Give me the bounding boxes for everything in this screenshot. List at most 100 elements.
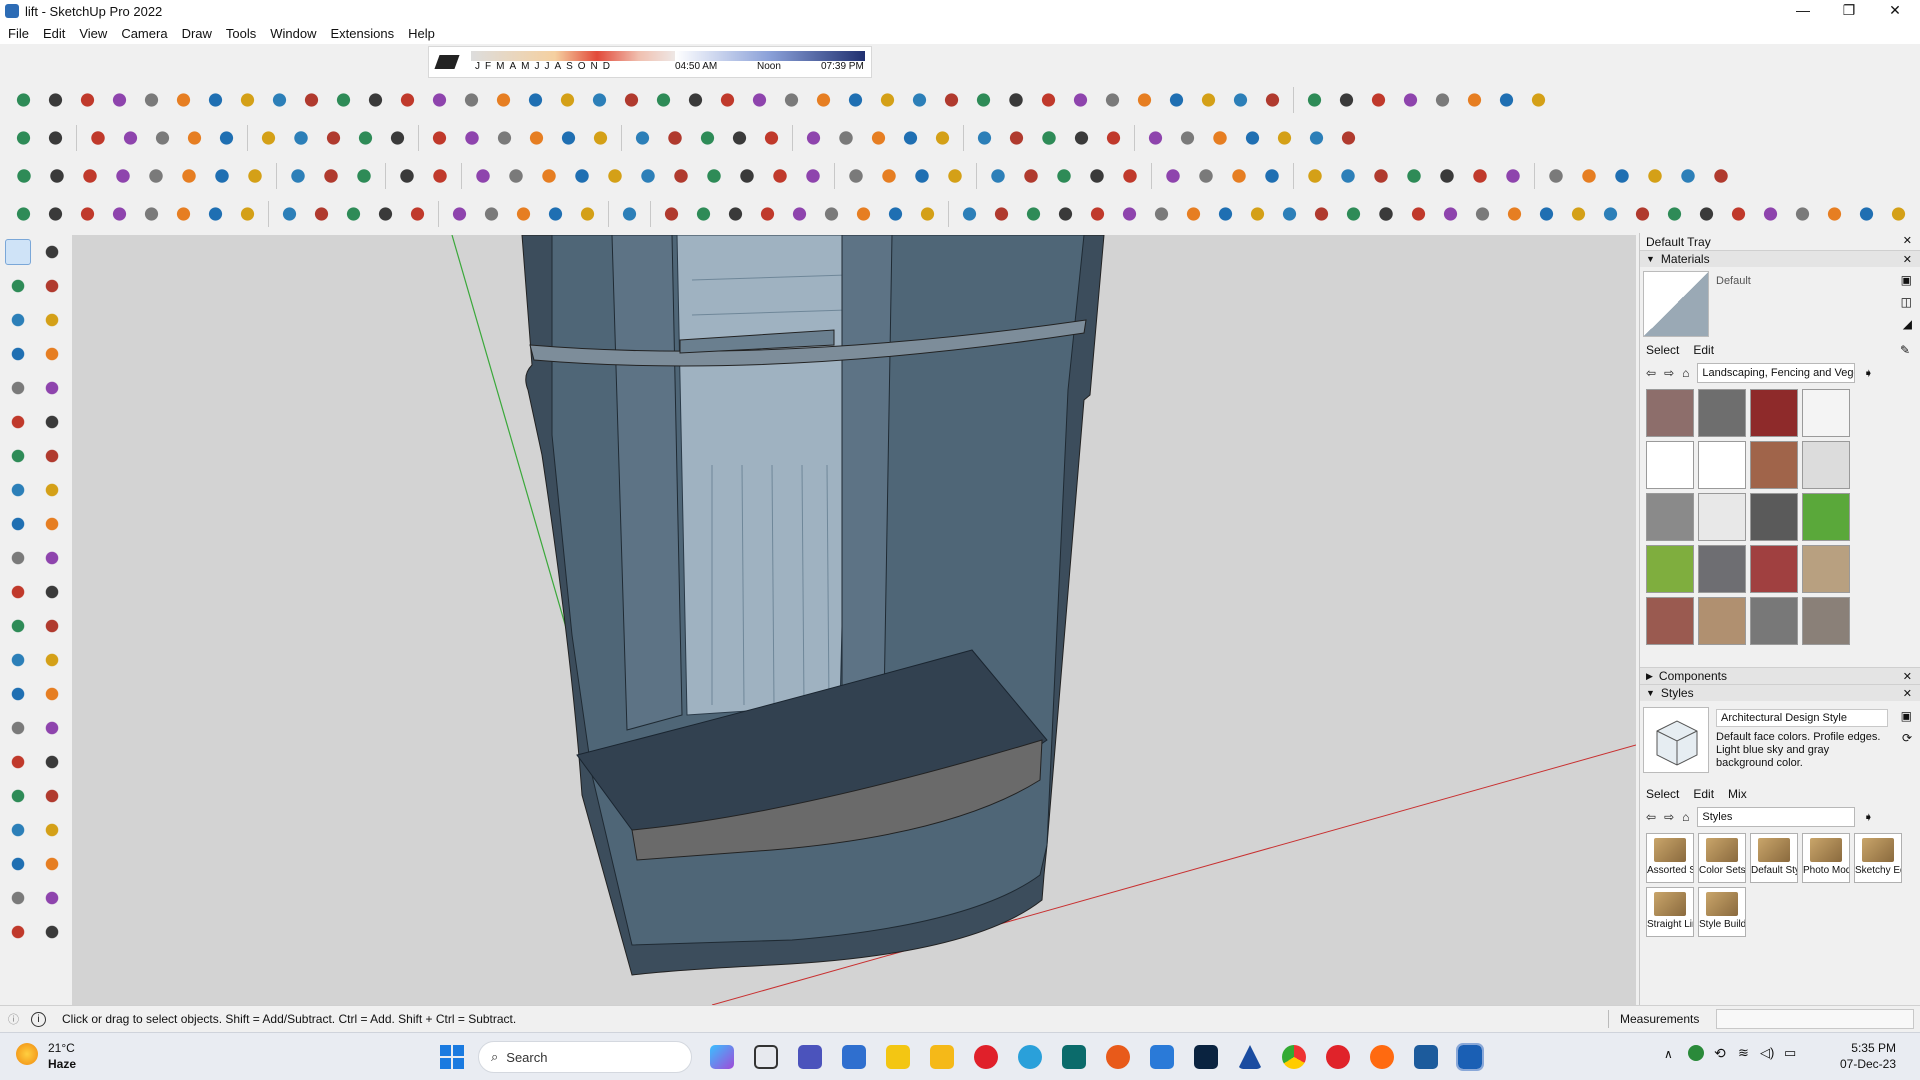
toolbar-tool-icon[interactable] (658, 200, 686, 228)
style-folder[interactable]: Sketchy Edges (1854, 833, 1902, 883)
create-material-icon[interactable]: ▣ (1901, 273, 1912, 287)
toolbar-tool-icon[interactable] (255, 124, 283, 152)
toolbar-tool-icon[interactable] (10, 200, 38, 228)
toolbar-tool-icon[interactable] (1608, 162, 1636, 190)
materials-panel-header[interactable]: ▼ Materials ✕ (1640, 250, 1920, 267)
tool-icon[interactable] (5, 783, 31, 809)
toolbar-tool-icon[interactable] (554, 124, 583, 152)
material-swatch[interactable] (1802, 389, 1850, 437)
toolbar-tool-icon[interactable] (522, 124, 550, 152)
material-swatch[interactable] (1750, 441, 1798, 489)
toolbar-tool-icon[interactable] (818, 200, 846, 228)
toolbar-tool-icon[interactable] (832, 124, 860, 152)
details-arrow-icon[interactable]: ➧ (1863, 810, 1873, 824)
show-hidden-icons-icon[interactable]: ∧ (1664, 1047, 1673, 1061)
tool-icon[interactable] (5, 341, 31, 367)
tool-icon[interactable] (39, 409, 65, 435)
material-swatch[interactable] (1750, 597, 1798, 645)
material-swatch[interactable] (1698, 493, 1746, 541)
toolbar-tool-icon[interactable] (1707, 162, 1735, 190)
toolbar-tool-icon[interactable] (42, 86, 70, 114)
toolbar-tool-icon[interactable] (84, 124, 112, 152)
back-arrow-icon[interactable]: ⇦ (1646, 810, 1656, 824)
toolbar-tool-icon[interactable] (1532, 200, 1560, 228)
toolbar-tool-icon[interactable] (1258, 162, 1286, 190)
toolbar-tool-icon[interactable] (1564, 200, 1592, 228)
toolbar-tool-icon[interactable] (1404, 200, 1432, 228)
toolbar-tool-icon[interactable] (372, 200, 400, 228)
tool-icon[interactable] (39, 647, 65, 673)
toolbar-tool-icon[interactable] (43, 162, 71, 190)
toolbar-tool-icon[interactable] (1017, 162, 1045, 190)
tab-styles-select[interactable]: Select (1646, 787, 1679, 801)
material-swatch[interactable] (1802, 441, 1850, 489)
details-arrow-icon[interactable]: ➧ (1863, 366, 1873, 380)
toolbar-tool-icon[interactable] (1141, 124, 1170, 152)
material-swatch[interactable] (1698, 545, 1746, 593)
tool-icon[interactable] (39, 783, 65, 809)
toolbar-tool-icon[interactable] (74, 200, 102, 228)
toolbar-tool-icon[interactable] (1276, 200, 1304, 228)
opera-icon[interactable] (974, 1045, 998, 1069)
toolbar-tool-icon[interactable] (661, 124, 689, 152)
tool-icon[interactable] (5, 579, 31, 605)
toolbar-tool-icon[interactable] (896, 124, 924, 152)
toolbar-tool-icon[interactable] (1660, 200, 1688, 228)
toolbar-tool-icon[interactable] (587, 124, 615, 152)
menu-window[interactable]: Window (270, 26, 316, 41)
forward-arrow-icon[interactable]: ⇨ (1664, 366, 1674, 380)
toolbar-tool-icon[interactable] (510, 200, 538, 228)
weather-icon[interactable] (16, 1043, 38, 1065)
toolbar-tool-icon[interactable] (908, 162, 936, 190)
toolbar-tool-icon[interactable] (864, 124, 892, 152)
tool-icon[interactable] (39, 851, 65, 877)
components-panel-header[interactable]: ▶ Components ✕ (1640, 667, 1920, 684)
toolbar-tool-icon[interactable] (1084, 200, 1112, 228)
toolbar-tool-icon[interactable] (1238, 124, 1266, 152)
toolbar-tool-icon[interactable] (234, 200, 262, 228)
toolbar-tool-icon[interactable] (478, 200, 506, 228)
tool-icon[interactable] (39, 307, 65, 333)
style-folder[interactable]: Color Sets (1698, 833, 1746, 883)
toolbar-tool-icon[interactable] (1116, 200, 1144, 228)
toolbar-tool-icon[interactable] (1130, 86, 1158, 114)
toolbar-tool-icon[interactable] (1180, 200, 1208, 228)
copilot-icon[interactable] (710, 1045, 734, 1069)
toolbar-tool-icon[interactable] (10, 162, 38, 190)
toolbar-tool-icon[interactable] (618, 86, 646, 114)
toolbar-tool-icon[interactable] (142, 162, 170, 190)
display-secondary-icon[interactable]: ◫ (1901, 295, 1912, 309)
material-swatch[interactable] (1802, 597, 1850, 645)
toolbar-tool-icon[interactable] (1428, 86, 1456, 114)
toolbar-tool-icon[interactable] (469, 162, 497, 190)
toolbar-tool-icon[interactable] (914, 200, 942, 228)
tray-close-icon[interactable]: ✕ (1903, 234, 1912, 247)
geo-location-icon[interactable]: ⓘ (8, 1011, 19, 1027)
toolbar-tool-icon[interactable] (1244, 200, 1272, 228)
toolbar-tool-icon[interactable] (42, 200, 70, 228)
toolbar-tool-icon[interactable] (682, 86, 710, 114)
material-swatch[interactable] (1750, 545, 1798, 593)
toolbar-tool-icon[interactable] (1226, 86, 1254, 114)
toolbar-tool-icon[interactable] (1524, 86, 1552, 114)
tool-icon[interactable] (39, 715, 65, 741)
toolbar-tool-icon[interactable] (170, 200, 198, 228)
toolbar-tool-icon[interactable] (426, 162, 454, 190)
toolbar-tool-icon[interactable] (875, 162, 903, 190)
material-swatch[interactable] (1646, 545, 1694, 593)
toolbar-tool-icon[interactable] (298, 86, 326, 114)
tool-icon[interactable] (5, 273, 31, 299)
toolbar-tool-icon[interactable] (1335, 124, 1363, 152)
style-folder[interactable]: Assorted Styles (1646, 833, 1694, 883)
toolbar-tool-icon[interactable] (984, 162, 1012, 190)
toolbar-tool-icon[interactable] (350, 162, 378, 190)
weather-temp[interactable]: 21°C (48, 1041, 75, 1055)
toolbar-tool-icon[interactable] (74, 86, 102, 114)
toolbar-tool-icon[interactable] (138, 200, 166, 228)
select-tool-icon[interactable] (5, 239, 31, 265)
toolbar-tool-icon[interactable] (287, 124, 315, 152)
toolbar-tool-icon[interactable] (616, 200, 644, 228)
toolbar-tool-icon[interactable] (202, 200, 230, 228)
toolbar-tool-icon[interactable] (234, 86, 262, 114)
eyedropper-icon[interactable]: ✎ (1900, 343, 1910, 357)
